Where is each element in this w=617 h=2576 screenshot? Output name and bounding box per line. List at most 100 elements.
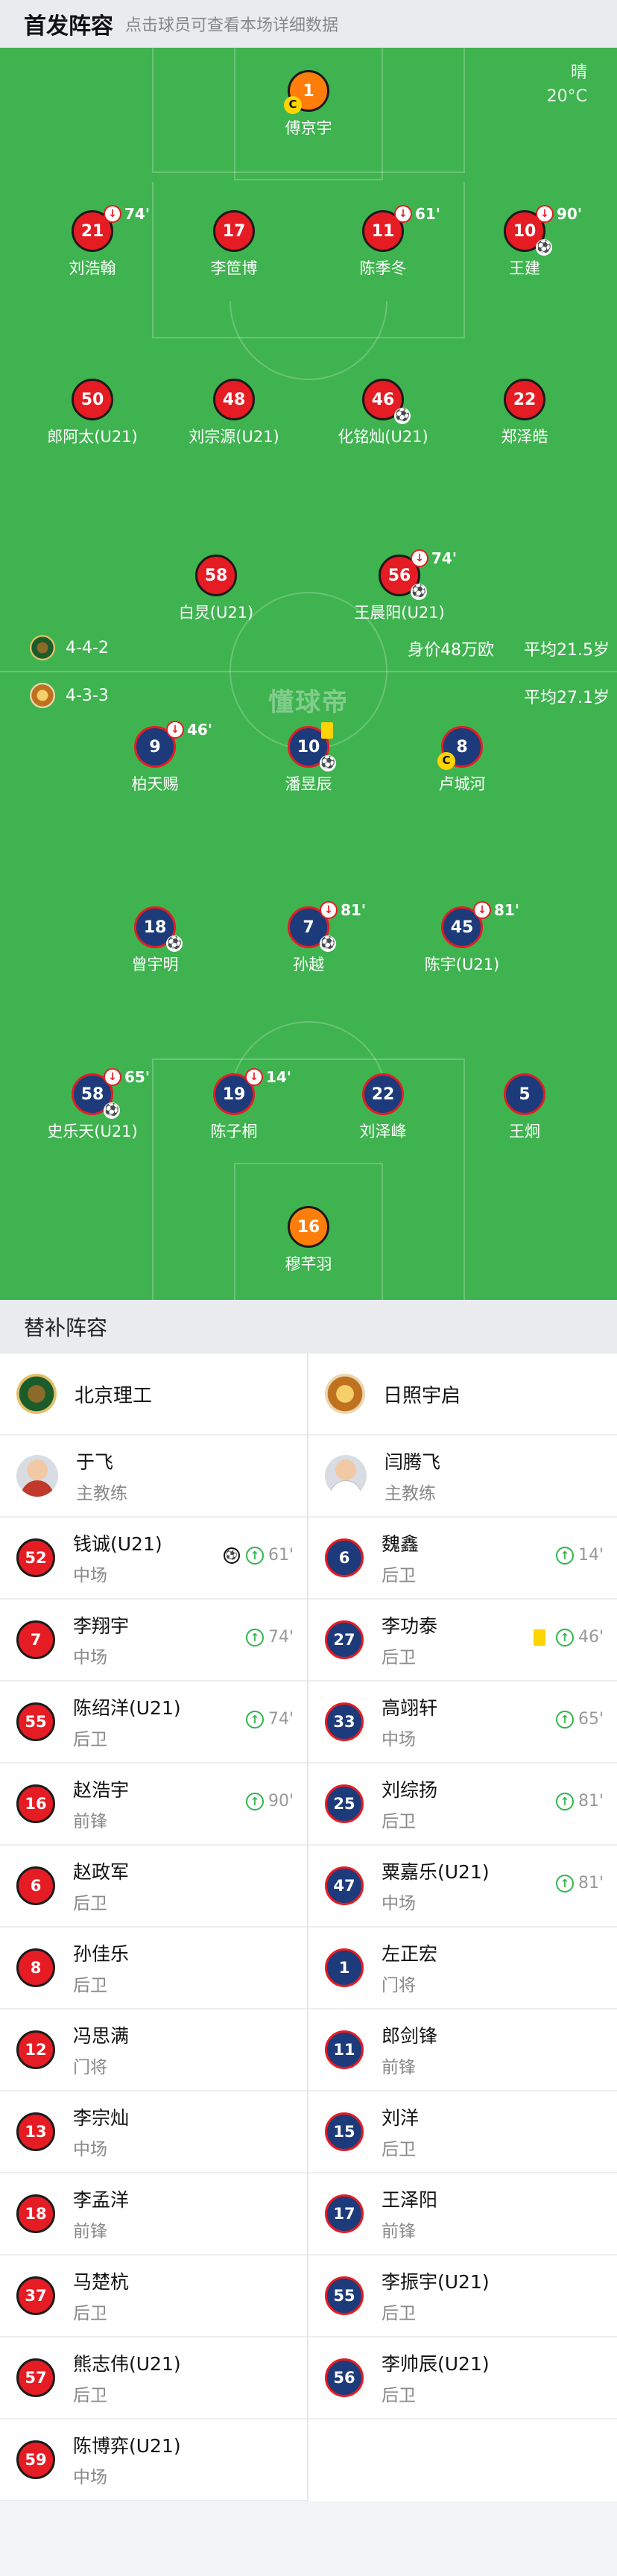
bench-player-row[interactable]: 13 李宗灿中场 xyxy=(0,2092,307,2174)
bench-player-row[interactable]: 15 刘洋 后卫 xyxy=(308,2092,617,2174)
player-away[interactable]: 5 王炯 xyxy=(450,1073,599,1142)
player-name: 郎阿太(U21) xyxy=(47,428,138,446)
bench-player-row[interactable]: 18 李孟洋 前锋 xyxy=(0,2174,307,2255)
player-number: 9 ↓ 46' xyxy=(134,721,212,768)
player-away[interactable]: 18 ⚽ 曾宇明 xyxy=(80,906,230,975)
player-name: 李孟洋 xyxy=(73,2189,130,2211)
bench-player-row[interactable]: 17 王泽阳 前锋 xyxy=(308,2174,617,2255)
away-coach-row[interactable]: 闫腾飞 主教练 xyxy=(308,1436,617,1518)
player-home[interactable]: 10 ↓ 90' ⚽ 王建 xyxy=(450,205,599,279)
player-position: 中场 xyxy=(382,1894,416,1913)
sub-minute: 81' xyxy=(341,901,366,919)
player-number: 47 xyxy=(325,1866,364,1905)
bench-player-row[interactable]: 55 李振宇(U21) 后卫 xyxy=(308,2255,617,2337)
pitch: 晴 20°C 懂球帝 4-4-2 身价48万欧 平均21.5岁 4-3-3 平均2… xyxy=(0,48,617,1300)
sub-info: ↑ 81' xyxy=(555,1874,604,1892)
football-icon: ⚽ xyxy=(394,408,411,424)
player-away[interactable]: 8 C 卢城河 xyxy=(387,726,537,795)
sub-info: ↑ 90' xyxy=(245,1792,294,1811)
home-stats: 身价48万欧 平均21.5岁 xyxy=(378,637,610,660)
sub-minute: 81' xyxy=(578,1874,604,1892)
player-home[interactable]: 58 白炅(U21) xyxy=(142,555,291,623)
player-name: 李宗灿 xyxy=(73,2107,130,2129)
bench-player-row[interactable]: 56 李帅辰(U21) 后卫 xyxy=(308,2337,617,2419)
player-number: 13 xyxy=(16,2112,55,2151)
player-name: 李功泰 xyxy=(382,1615,438,1637)
bench-player-row[interactable]: 33 高翊轩 中场 ↑ 65' xyxy=(308,1682,617,1764)
bench-player-row[interactable]: 52 钱诚(U21) 中场 ⚽ ↑ 61' xyxy=(0,1518,307,1600)
bench-player-row[interactable]: 1 左正宏 门将 xyxy=(308,1928,617,2010)
home-coach-row[interactable]: 于飞 主教练 xyxy=(0,1436,307,1518)
bench-player-row[interactable]: 6 魏鑫 后卫 ↑ 14' xyxy=(308,1518,617,1600)
player-away[interactable]: 22 刘泽峰 xyxy=(308,1073,458,1142)
player-away[interactable]: 19 ↓ 14' 陈子桐 xyxy=(159,1068,308,1142)
bench-player-row[interactable]: 16 赵浩宇 前锋 ↑ 90' xyxy=(0,1764,307,1846)
sub-minute: 61' xyxy=(415,205,440,223)
player-name: 化铭灿(U21) xyxy=(338,428,428,446)
sub-on-icon: ↑ xyxy=(245,1792,264,1811)
player-away[interactable]: 7 ↓ 81' ⚽ 孙越 xyxy=(234,901,383,975)
player-name: 李翔宇 xyxy=(73,1615,130,1637)
player-away[interactable]: 10 ⚽ 潘昱辰 xyxy=(234,722,383,795)
player-away[interactable]: 9 ↓ 46' 柏天赐 xyxy=(80,721,230,795)
player-position: 中场 xyxy=(73,2140,107,2159)
player-number: 55 xyxy=(325,2276,364,2315)
player-home[interactable]: 22 郑泽皓 xyxy=(450,379,599,447)
player-home[interactable]: 11 ↓ 61' 陈季冬 xyxy=(308,205,458,279)
coach-name: 于飞 xyxy=(76,1451,114,1473)
player-home[interactable]: 21 ↓ 74' 刘浩翰 xyxy=(18,205,167,279)
away-badge-icon xyxy=(30,683,55,708)
away-age: 平均27.1岁 xyxy=(524,689,610,707)
bench-player-row[interactable]: 7 李翔宇 中场 ↑ 74' xyxy=(0,1600,307,1682)
player-name: 左正宏 xyxy=(382,1943,438,1965)
player-number: 8C xyxy=(437,726,483,770)
player-away[interactable]: 45 ↓ 81' 陈宇(U21) xyxy=(387,901,537,975)
sub-minute: 46' xyxy=(187,721,212,739)
player-name: 刘洋 xyxy=(382,2107,420,2129)
player-number: 50 xyxy=(72,379,113,420)
player-name: 高翊轩 xyxy=(382,1697,438,1719)
bench-player-row[interactable]: 47 粟嘉乐(U21) 中场 ↑ 81' xyxy=(308,1846,617,1928)
player-number: 27 xyxy=(325,1620,364,1659)
player-name: 柏天赐 xyxy=(131,775,179,793)
player-info: 李振宇(U21) 后卫 xyxy=(382,2267,490,2324)
player-home[interactable]: 48 刘宗源(U21) xyxy=(159,379,308,447)
player-number: 58 ↓ 65' ⚽ xyxy=(72,1068,150,1119)
bench-player-row[interactable]: 8 孙佳乐 后卫 xyxy=(0,1928,307,2010)
bench-player-row[interactable]: 59 陈博弈(U21) 中场 xyxy=(0,2419,307,2501)
bench-player-row[interactable]: 6 赵政军 后卫 xyxy=(0,1846,307,1928)
bench-player-row[interactable]: 25 刘综扬 后卫 ↑ 81' xyxy=(308,1764,617,1846)
home-badge-icon xyxy=(30,635,55,660)
player-position: 中场 xyxy=(73,1648,107,1667)
player-away[interactable]: 58 ↓ 65' ⚽ 史乐天(U21) xyxy=(18,1068,167,1142)
player-name: 冯思满 xyxy=(73,2025,130,2047)
empty-row xyxy=(308,2419,617,2501)
bench-player-row[interactable]: 12 冯思满 门将 xyxy=(0,2010,307,2092)
bench-player-row[interactable]: 11 郎剑锋 前锋 xyxy=(308,2010,617,2092)
bench-player-row[interactable]: 27 李功泰 后卫 ↑ 46' xyxy=(308,1600,617,1682)
sub-off-icon: ↓ xyxy=(394,205,412,223)
away-bench: 日照宇启 闫腾飞 主教练 6 魏鑫 后卫 ↑ 14' 27 李功泰 后卫 ↑ 46' 33 高翊轩 中场… xyxy=(308,1354,617,2501)
bench-player-row[interactable]: 57 熊志伟(U21) 后卫 xyxy=(0,2337,307,2419)
player-number: 12 xyxy=(16,2030,55,2069)
player-name: 孙佳乐 xyxy=(73,1943,130,1965)
sub-on-icon: ↑ xyxy=(555,1628,574,1647)
home-team-row[interactable]: 北京理工 xyxy=(0,1354,307,1436)
player-home[interactable]: 50 郎阿太(U21) xyxy=(18,379,167,447)
player-number: 5 xyxy=(504,1073,545,1115)
player-position: 前锋 xyxy=(73,2222,107,2241)
away-team-row[interactable]: 日照宇启 xyxy=(308,1354,617,1436)
sub-info: ↑ 74' xyxy=(245,1628,294,1647)
player-home[interactable]: 56 ↓ 74' ⚽ 王晨阳(U21) xyxy=(325,549,474,623)
player-home[interactable]: 46 ⚽ 化铭灿(U21) xyxy=(308,379,458,447)
player-away[interactable]: 16 穆芊羽 xyxy=(234,1206,383,1275)
sub-minute: 74' xyxy=(268,1628,294,1647)
player-home[interactable]: 1 C 傅京宇 xyxy=(234,70,383,139)
player-info: 赵政军 后卫 xyxy=(73,1857,129,1914)
bench-player-row[interactable]: 55 陈绍洋(U21) 后卫 ↑ 74' xyxy=(0,1682,307,1764)
sub-on-icon: ↑ xyxy=(245,1710,264,1729)
player-position: 后卫 xyxy=(73,1730,107,1749)
bench-player-row[interactable]: 37 马楚杭 后卫 xyxy=(0,2255,307,2337)
player-home[interactable]: 17 李笸博 xyxy=(159,210,308,279)
player-info: 陈博弈(U21) 中场 xyxy=(73,2431,181,2488)
